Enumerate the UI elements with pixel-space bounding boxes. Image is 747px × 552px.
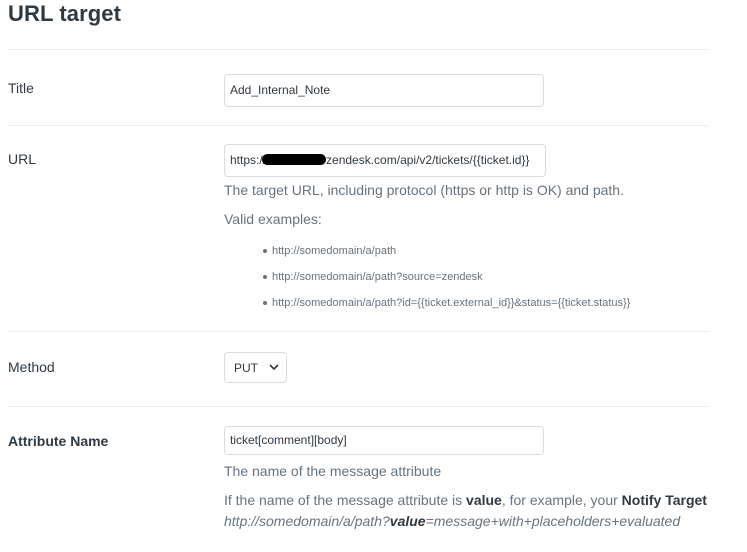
url-label: URL	[8, 151, 37, 167]
title-label: Title	[8, 80, 34, 96]
url-input[interactable]: https:// zendesk.com/api/v2/tickets/{{tic…	[224, 144, 546, 177]
url-input-suffix: zendesk.com/api/v2/tickets/{{ticket.id}}	[326, 153, 530, 167]
url-input-prefix: https://	[230, 153, 267, 167]
method-value: PUT	[234, 361, 258, 375]
example-item: http://somedomain/a/path?id={{ticket.ext…	[262, 294, 630, 320]
attribute-help-text: If the name of the message attribute is …	[224, 492, 707, 508]
example-item: http://somedomain/a/path?source=zendesk	[262, 268, 630, 294]
redacted-mark	[262, 154, 327, 165]
chevron-down-icon	[269, 364, 279, 371]
attribute-name-label: Attribute Name	[8, 433, 109, 449]
attribute-name-input[interactable]: ticket[comment][body]	[224, 426, 544, 455]
attribute-hint: The name of the message attribute	[224, 463, 442, 479]
title-input[interactable]: Add_Internal_Note	[224, 74, 544, 107]
attribute-help-example: http://somedomain/a/path?value=message+w…	[224, 513, 681, 529]
page-title: URL target	[8, 1, 122, 26]
divider	[8, 49, 708, 50]
method-select[interactable]: PUT	[224, 352, 287, 383]
example-item: http://somedomain/a/path	[262, 242, 630, 268]
examples-label: Valid examples:	[224, 211, 322, 227]
url-hint: The target URL, including protocol (http…	[224, 182, 624, 198]
divider	[8, 406, 708, 407]
divider	[8, 125, 708, 126]
examples-list: http://somedomain/a/path http://somedoma…	[262, 242, 630, 320]
divider	[8, 331, 708, 332]
method-label: Method	[8, 359, 55, 375]
